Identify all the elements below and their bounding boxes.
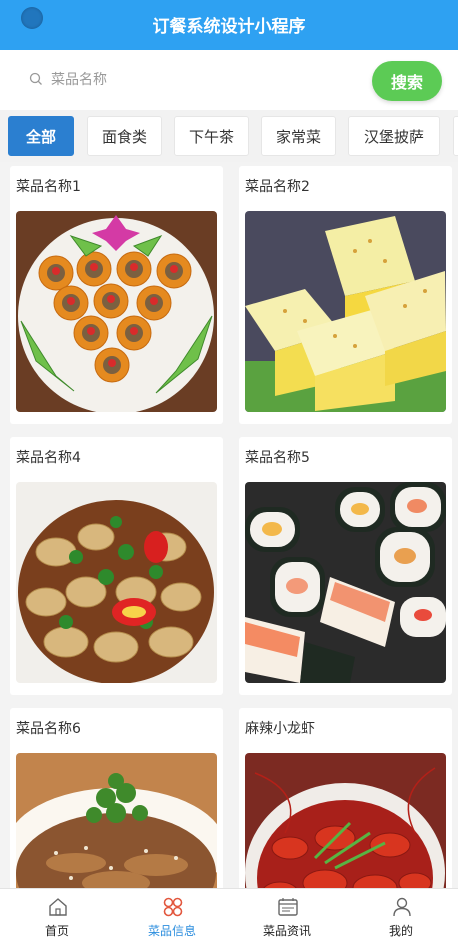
user-icon — [393, 897, 411, 917]
search-placeholder: 菜品名称 — [51, 72, 107, 88]
dish-image — [16, 753, 217, 888]
tab-dish-news[interactable]: 菜品资讯 — [230, 889, 344, 940]
category-tab-all[interactable]: 全部 — [8, 116, 74, 156]
dish-info-icon — [163, 897, 183, 917]
dish-name: 麻辣小龙虾 — [245, 721, 315, 737]
bottom-tab-bar: 首页 菜品信息 菜品资讯 我的 — [0, 888, 458, 940]
dish-image — [245, 482, 446, 683]
dish-name: 菜品名称5 — [245, 450, 310, 466]
search-input[interactable]: 菜品名称 — [15, 59, 355, 99]
category-tab-noodles[interactable]: 面食类 — [87, 116, 162, 156]
category-tabs: 全部 面食类 下午茶 家常菜 汉堡披萨 — [0, 110, 458, 162]
search-icon — [29, 72, 42, 85]
dish-card[interactable]: 菜品名称2 — [239, 166, 452, 424]
page-title: 订餐系统设计小程序 — [152, 17, 306, 37]
search-button[interactable]: 搜索 — [372, 61, 442, 101]
dish-card[interactable]: 菜品名称6 — [10, 708, 223, 888]
tab-dish-info[interactable]: 菜品信息 — [115, 889, 229, 940]
dish-image — [245, 211, 446, 412]
tab-dish-news-label: 菜品资讯 — [262, 924, 311, 938]
tab-home[interactable]: 首页 — [0, 889, 114, 940]
tab-dish-info-label: 菜品信息 — [147, 924, 196, 938]
dish-image — [16, 482, 217, 683]
dish-image — [245, 753, 446, 888]
tab-home-label: 首页 — [44, 924, 69, 938]
dish-name: 菜品名称1 — [16, 179, 81, 195]
category-tab-afternoon-tea[interactable]: 下午茶 — [174, 116, 249, 156]
category-tab-home-cooking[interactable]: 家常菜 — [261, 116, 336, 156]
dish-card[interactable]: 菜品名称4 — [10, 437, 223, 695]
dish-card[interactable]: 麻辣小龙虾 — [239, 708, 452, 888]
dish-card[interactable]: 菜品名称5 — [239, 437, 452, 695]
tab-mine[interactable]: 我的 — [344, 889, 458, 940]
home-icon — [49, 898, 67, 916]
dish-name: 菜品名称6 — [16, 721, 81, 737]
dish-grid: 菜品名称1 菜品名称2 菜品名称4 菜品名称5 菜品名称6 麻辣小龙虾 — [0, 162, 458, 888]
category-tab-more[interactable] — [453, 116, 458, 156]
dish-image — [16, 211, 217, 412]
dish-card[interactable]: 菜品名称1 — [10, 166, 223, 424]
dish-name: 菜品名称4 — [16, 450, 81, 466]
news-icon — [278, 898, 298, 916]
app-header: 订餐系统设计小程序 — [0, 0, 458, 50]
dish-name: 菜品名称2 — [245, 179, 310, 195]
tab-mine-label: 我的 — [388, 924, 413, 938]
category-tab-burger-pizza[interactable]: 汉堡披萨 — [348, 116, 440, 156]
